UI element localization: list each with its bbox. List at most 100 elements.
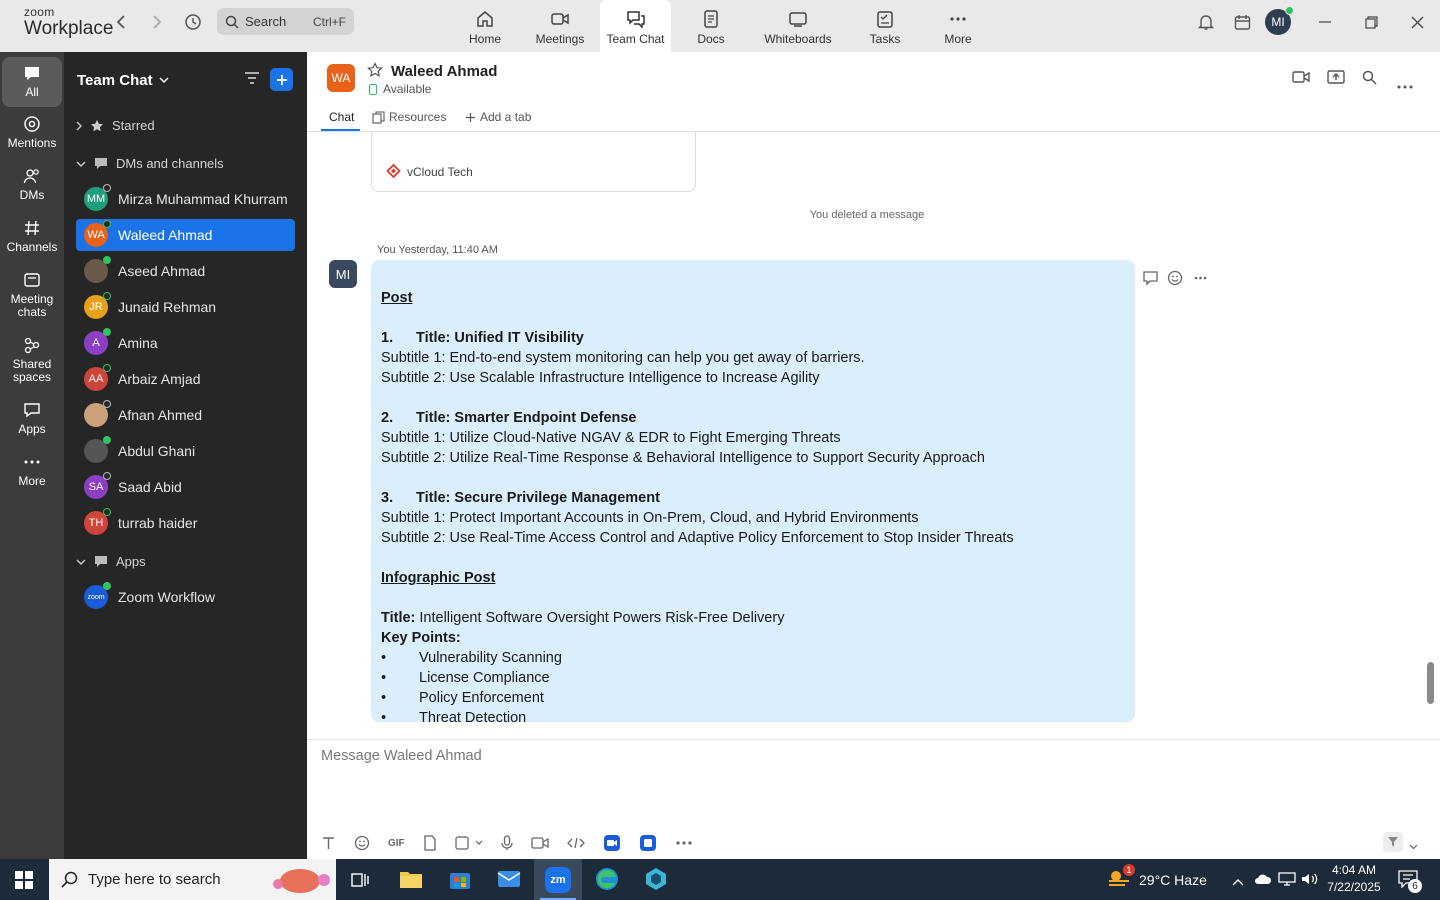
sidebar-title[interactable]: Team Chat <box>77 72 169 89</box>
search-box[interactable]: Search Ctrl+F <box>217 8 354 35</box>
more-dots-icon[interactable] <box>1192 270 1209 286</box>
sidebar-item-contact[interactable]: SA Saad Abid <box>76 471 295 503</box>
tab-more[interactable]: More <box>922 0 994 52</box>
sidebar-item-contact[interactable]: A Amina <box>76 327 295 359</box>
chevron-up-icon[interactable] <box>1232 873 1244 891</box>
sidebar-item-contact[interactable]: MM Mirza Muhammad Khurram <box>76 183 295 215</box>
section-dms-channels[interactable]: DMs and channels <box>76 156 224 171</box>
section-starred[interactable]: Starred <box>76 118 155 133</box>
format-text-icon[interactable] <box>321 836 336 851</box>
message-input[interactable] <box>321 748 921 764</box>
tab-resources[interactable]: Resources <box>372 110 446 124</box>
tab-chat[interactable]: Chat <box>320 110 361 131</box>
rail-meeting-chats[interactable]: Meeting chats <box>2 271 62 319</box>
tab-tasks[interactable]: Tasks <box>849 0 921 52</box>
file-icon[interactable] <box>423 835 437 851</box>
video-call-icon[interactable] <box>1292 70 1310 89</box>
more-dots-icon[interactable] <box>675 840 693 846</box>
forward-arrow-icon[interactable] <box>148 12 166 32</box>
sidebar-item-contact[interactable]: TH turrab haider <box>76 507 295 539</box>
rail-apps[interactable]: Apps <box>2 401 62 436</box>
zoom-docs-icon[interactable] <box>639 834 657 852</box>
section-apps[interactable]: Apps <box>76 554 146 569</box>
minimize-icon[interactable] <box>1316 14 1334 30</box>
chat-sidebar: Team Chat Starred DMs and channels MM Mir… <box>64 52 307 859</box>
sidebar-item-contact[interactable]: Aseed Ahmad <box>76 255 295 287</box>
restore-icon[interactable] <box>1362 14 1380 30</box>
microphone-icon[interactable] <box>501 835 513 851</box>
task-view-icon[interactable] <box>351 871 369 894</box>
tab-home[interactable]: Home <box>449 0 521 52</box>
back-arrow-icon[interactable] <box>112 12 130 32</box>
notifications-icon[interactable]: 6 <box>1398 870 1422 893</box>
rail-dms[interactable]: DMs <box>2 167 62 202</box>
rail-more[interactable]: More <box>2 453 62 488</box>
onedrive-icon[interactable] <box>1254 872 1272 891</box>
gif-button[interactable]: GIF <box>388 838 405 849</box>
sidebar-item-zoom-workflow[interactable]: zoom Zoom Workflow <box>76 581 295 613</box>
volume-icon[interactable] <box>1301 872 1319 891</box>
sidebar-item-contact[interactable]: Abdul Ghani <box>76 435 295 467</box>
bell-icon[interactable] <box>1196 12 1216 32</box>
message-bubble[interactable]: Post 1. Title: Unified IT Visibility Subti… <box>371 260 1135 722</box>
rail-shared-spaces[interactable]: Shared spaces <box>2 336 62 384</box>
available-icon <box>369 83 377 95</box>
send-options-icon[interactable] <box>1383 832 1403 852</box>
history-icon[interactable] <box>182 11 204 33</box>
reply-icon[interactable] <box>1142 270 1159 286</box>
network-icon[interactable] <box>1278 872 1296 891</box>
contact-avatar <box>84 256 111 283</box>
edge-browser-icon[interactable] <box>594 866 620 897</box>
code-snippet-icon[interactable] <box>566 836 585 850</box>
emoji-reaction-icon[interactable] <box>1167 270 1184 286</box>
share-screen-icon[interactable] <box>1327 70 1345 90</box>
scrollbar-thumb[interactable] <box>1427 662 1434 704</box>
taskbar-search[interactable]: Type here to search <box>49 859 336 900</box>
shared-spaces-icon <box>24 337 40 354</box>
link-preview-card[interactable]: vCloud Tech <box>371 132 696 192</box>
pinned-app-icon[interactable] <box>643 866 669 897</box>
hashtag-icon <box>25 220 39 236</box>
tab-meetings[interactable]: Meetings <box>524 0 596 52</box>
contact-name: Waleed Ahmad <box>118 227 213 243</box>
tab-team-chat[interactable]: Team Chat <box>600 0 671 52</box>
sidebar-item-contact[interactable]: AA Arbaiz Amjad <box>76 363 295 395</box>
new-chat-button[interactable] <box>270 68 293 91</box>
tab-whiteboards[interactable]: Whiteboards <box>756 0 840 52</box>
clock[interactable]: 4:04 AM 7/22/2025 <box>1322 862 1386 896</box>
tab-docs[interactable]: Docs <box>675 0 747 52</box>
people-icon <box>23 169 39 184</box>
windows-start-icon[interactable] <box>15 871 33 894</box>
add-tab-button[interactable]: Add a tab <box>465 110 531 124</box>
contact-name: Arbaiz Amjad <box>118 371 201 387</box>
screenshot-icon[interactable] <box>455 835 483 851</box>
close-icon[interactable] <box>1408 13 1426 31</box>
weather-widget[interactable]: 1 29°C Haze <box>1107 859 1207 900</box>
calendar-icon[interactable] <box>1232 12 1252 32</box>
sidebar-item-contact[interactable]: JR Junaid Rehman <box>76 291 295 323</box>
search-icon[interactable] <box>1362 70 1377 90</box>
star-outline-icon[interactable] <box>367 62 383 83</box>
sidebar-item-contact[interactable]: WA Waleed Ahmad <box>76 219 295 251</box>
presence-dot <box>103 400 111 408</box>
user-avatar[interactable]: MI <box>1265 6 1294 35</box>
sidebar-item-contact[interactable]: Afnan Ahmed <box>76 399 295 431</box>
zoom-taskbar-app[interactable]: zm <box>534 859 582 900</box>
file-explorer-icon[interactable] <box>399 868 423 895</box>
presence-dot <box>103 256 111 264</box>
chat-icon <box>95 556 107 567</box>
rail-all[interactable]: All <box>2 57 62 107</box>
video-message-icon[interactable] <box>531 836 549 850</box>
mail-icon[interactable] <box>497 868 521 895</box>
store-icon[interactable] <box>448 867 472 896</box>
rail-channels[interactable]: Channels <box>2 219 62 254</box>
filter-icon[interactable] <box>244 71 260 90</box>
chevron-down-icon[interactable] <box>1409 837 1418 855</box>
presence-dot <box>103 472 111 480</box>
more-options-icon[interactable] <box>1397 76 1413 94</box>
emoji-icon[interactable] <box>354 835 370 851</box>
chevron-right-icon <box>76 121 82 130</box>
chevron-down-icon <box>76 161 86 167</box>
zoom-app-icon[interactable] <box>603 834 621 852</box>
rail-mentions[interactable]: Mentions <box>2 115 62 150</box>
